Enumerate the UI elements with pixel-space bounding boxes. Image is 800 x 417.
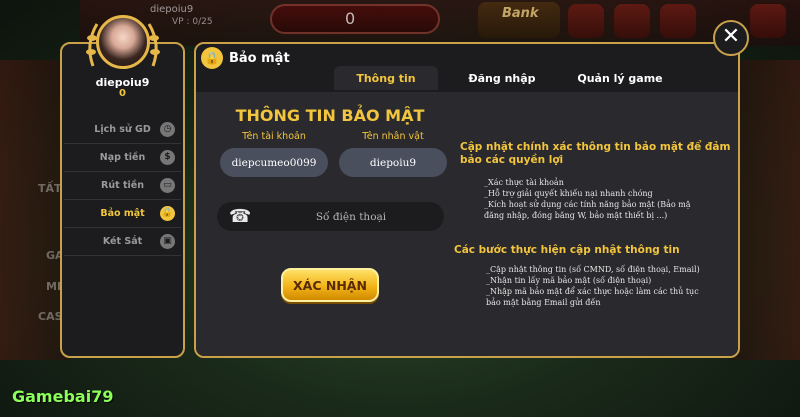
info-list-item: đăng nhập, đóng băng W, bảo mật thiết bị… (484, 211, 668, 220)
info-list-item: _Cập nhật thông tin (số CMND, số điện th… (486, 265, 700, 274)
tab-info[interactable]: Thông tin (334, 66, 438, 90)
menu-item-safe[interactable]: Két Sắt ▣ (64, 228, 181, 256)
close-button[interactable]: ✕ (713, 20, 749, 56)
menu-item-transaction-history[interactable]: Lịch sử GD ◷ (64, 116, 181, 144)
info-list-item: bảo mật bằng Email gửi đến (486, 298, 601, 307)
background-text: MI (46, 280, 62, 293)
card-icon: ▭ (160, 178, 175, 193)
lock-icon: 🔒 (160, 206, 175, 221)
menu-item-label: Két Sắt (102, 236, 143, 247)
background-settings-icon (750, 4, 786, 38)
menu-item-label: Lịch sử GD (94, 124, 151, 135)
background-text: TẤT (38, 182, 62, 195)
info-list-item: _Hỗ trợ giải quyết khiếu nại nhanh chóng (484, 189, 653, 198)
menu-item-label: Nạp tiền (99, 152, 146, 163)
background-username: diepoiu9 (150, 4, 194, 15)
info-heading-2: Các bước thực hiện cập nhật thông tin (454, 244, 680, 256)
phone-icon: ☎ (229, 206, 252, 227)
section-title: THÔNG TIN BẢO MẬT (235, 106, 425, 125)
account-name-field: diepcumeo0099 (220, 148, 328, 177)
background-camera-icon (614, 4, 650, 38)
profile-avatar-frame (86, 10, 160, 74)
character-label: Tên nhân vật (362, 131, 424, 142)
info-heading-1: Cập nhật chính xác thông tin bảo mật để … (460, 141, 731, 153)
background-score: 0 (345, 9, 356, 28)
menu-item-security[interactable]: Bảo mật 🔒 (64, 200, 181, 228)
phone-input[interactable] (258, 202, 444, 231)
background-right-decor (730, 60, 800, 360)
side-menu: Lịch sử GD ◷ Nạp tiền $ Rút tiền ▭ Bảo m… (64, 116, 181, 256)
info-list-item: _Nhập mã bảo mật để xác thực hoặc làm cá… (486, 287, 699, 296)
dialog-title: Bảo mật (229, 51, 290, 66)
info-list-item: _Xác thực tài khoản (484, 178, 564, 187)
lock-icon: 🔒 (201, 47, 223, 69)
close-icon: ✕ (721, 24, 741, 49)
character-name-field: diepoiu9 (339, 148, 447, 177)
info-list-item: _Kích hoạt sử dụng các tính năng bảo mật… (484, 200, 691, 209)
info-heading-1-cont: bảo các quyền lợi (460, 154, 564, 166)
menu-item-label: Bảo mật (100, 208, 145, 219)
confirm-button[interactable]: XÁC NHẬN (281, 268, 379, 302)
account-label: Tên tài khoản (242, 131, 306, 142)
brand-watermark: Gamebai79 (12, 387, 114, 406)
background-text: CAS (38, 310, 63, 323)
background-bank-label: Bank (502, 6, 539, 21)
menu-item-deposit[interactable]: Nạp tiền $ (64, 144, 181, 172)
info-list-item: _Nhận tin lấy mã bảo mật (số điện thoại) (486, 276, 652, 285)
coin-icon: $ (160, 150, 175, 165)
background-vip: VP : 0/25 (172, 17, 213, 27)
background-history-icon (660, 4, 696, 38)
menu-item-withdraw[interactable]: Rút tiền ▭ (64, 172, 181, 200)
clock-icon: ◷ (160, 122, 175, 137)
background-gift-icon (568, 4, 604, 38)
tab-game-management[interactable]: Quản lý game (560, 66, 680, 90)
avatar[interactable] (96, 15, 150, 69)
profile-balance: 0 (119, 88, 126, 99)
safe-icon: ▣ (160, 234, 175, 249)
menu-item-label: Rút tiền (101, 180, 144, 191)
tab-login[interactable]: Đăng nhập (452, 66, 552, 90)
